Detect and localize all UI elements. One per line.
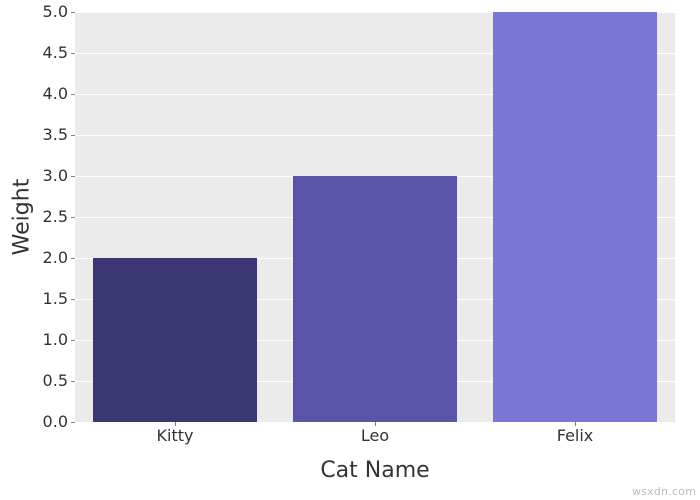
y-tick-mark: [71, 135, 75, 136]
x-tick-label: Kitty: [157, 428, 194, 444]
y-tick-mark: [71, 94, 75, 95]
y-tick-label: 5.0: [8, 4, 68, 20]
y-tick-label: 2.0: [8, 250, 68, 266]
y-tick-mark: [71, 12, 75, 13]
y-tick-label: 1.0: [8, 332, 68, 348]
watermark-text: wsxdn.com: [632, 485, 696, 498]
y-tick-label: 4.0: [8, 86, 68, 102]
bar: [93, 258, 257, 422]
bar: [293, 176, 457, 422]
y-tick-mark: [71, 340, 75, 341]
y-tick-label: 0.0: [8, 414, 68, 430]
y-tick-label: 1.5: [8, 291, 68, 307]
x-tick-mark: [175, 422, 176, 426]
y-tick-mark: [71, 176, 75, 177]
plot-area: [75, 12, 675, 422]
x-axis-title: Cat Name: [320, 458, 429, 483]
y-tick-mark: [71, 217, 75, 218]
y-tick-mark: [71, 422, 75, 423]
x-tick-mark: [575, 422, 576, 426]
bar-chart: Weight Cat Name wsxdn.com 0.00.51.01.52.…: [0, 0, 700, 500]
y-tick-mark: [71, 258, 75, 259]
y-tick-label: 3.0: [8, 168, 68, 184]
y-tick-mark: [71, 381, 75, 382]
x-tick-label: Felix: [557, 428, 594, 444]
y-tick-mark: [71, 53, 75, 54]
y-tick-label: 4.5: [8, 45, 68, 61]
y-tick-label: 0.5: [8, 373, 68, 389]
x-tick-mark: [375, 422, 376, 426]
y-tick-mark: [71, 299, 75, 300]
x-tick-label: Leo: [361, 428, 389, 444]
y-tick-label: 2.5: [8, 209, 68, 225]
bar: [493, 12, 657, 422]
y-tick-label: 3.5: [8, 127, 68, 143]
